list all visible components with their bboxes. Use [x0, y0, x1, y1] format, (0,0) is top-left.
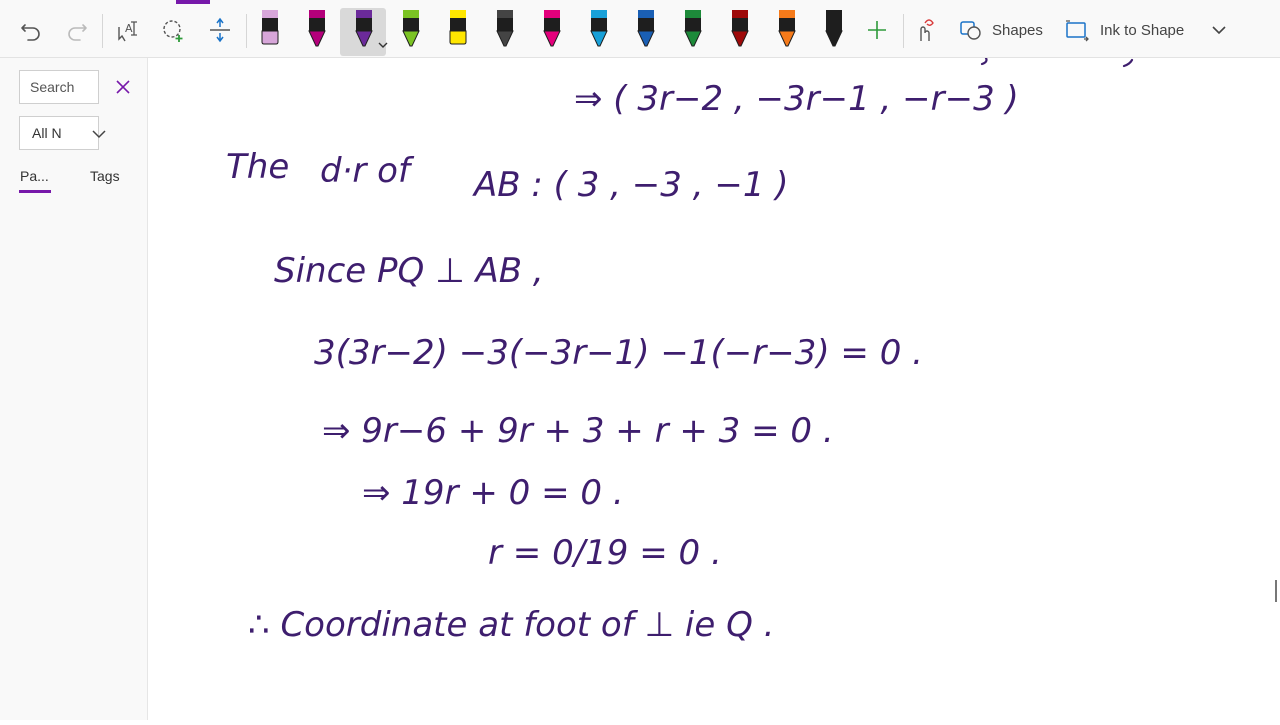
highlighter-icon — [261, 10, 279, 45]
note-line-1: ⇒ ( 3r−2 , −3r−1 , −r−3 ) — [574, 79, 1019, 119]
pen-icon — [308, 10, 326, 47]
toolbar-divider — [246, 14, 247, 48]
pen-pink-button[interactable] — [540, 10, 564, 50]
pen-purple-selected-button[interactable] — [352, 10, 388, 50]
note-line-2-prefix: The — [226, 147, 289, 187]
pen-lilac-highlighter-button[interactable] — [258, 10, 282, 50]
pen-icon — [684, 10, 702, 47]
ink-to-shape-label: Ink to Shape — [1100, 21, 1185, 39]
pen-dark-red-button[interactable] — [728, 10, 752, 50]
shapes-label: Shapes — [992, 21, 1043, 39]
pen-magenta-button[interactable] — [305, 10, 329, 50]
pen-black-button[interactable] — [822, 10, 846, 50]
tab-tags[interactable]: Tags — [90, 168, 120, 184]
type-select-icon: A — [118, 21, 137, 42]
ink-to-shape-button[interactable]: Ink to Shape — [1064, 10, 1194, 50]
note-line-3: Since PQ ⊥ AB , — [274, 251, 544, 291]
pen-icon — [825, 10, 843, 47]
note-line-5: ⇒ 9r−6 + 9r + 3 + r + 3 = 0 . — [322, 411, 834, 451]
shapes-icon — [960, 21, 981, 40]
note-line-8: ∴ Coordinate at foot of ⊥ ie Q . — [248, 605, 774, 645]
highlighter-icon — [449, 10, 467, 45]
ink-layer: ⇒ ( 3r−2 , −3r−1 , −r−3 ) The d·r of AB … — [226, 56, 1134, 645]
active-tool-indicator — [176, 0, 210, 4]
pen-yellow-highlighter-button[interactable] — [446, 10, 470, 50]
note-line-2: The d·r of AB : ( 3 , −3 , −1 ) — [226, 147, 789, 205]
ink-replay-button[interactable] — [910, 10, 940, 50]
pen-icon — [496, 10, 514, 47]
close-icon — [116, 80, 130, 94]
search-input[interactable]: Search — [19, 70, 99, 104]
scrollbar-thumb[interactable] — [1275, 580, 1277, 602]
svg-text:A: A — [125, 22, 133, 35]
pen-orange-button[interactable] — [775, 10, 799, 50]
navigation-pane: Search All N Pa... Tags — [0, 58, 148, 720]
pen-icon — [402, 10, 420, 47]
pen-icon — [637, 10, 655, 47]
pen-dark-green-button[interactable] — [681, 10, 705, 50]
chevron-down-icon — [92, 130, 106, 139]
search-scope-dropdown[interactable]: All N — [19, 116, 106, 150]
chevron-down-icon — [378, 42, 388, 48]
draw-toolbar: A Shapes Ink to Shape — [0, 0, 1280, 58]
add-pen-icon — [868, 21, 886, 39]
redo-icon — [68, 24, 87, 41]
close-search-button[interactable] — [114, 78, 132, 96]
note-line-6: ⇒ 19r + 0 = 0 . — [362, 473, 624, 513]
page-canvas[interactable]: ⇒ ( 3r−2 , −3r−1 , −r−3 ) The d·r of AB … — [148, 56, 1268, 720]
pen-light-blue-button[interactable] — [587, 10, 611, 50]
pen-icon — [355, 10, 373, 47]
ink-stroke-fragment — [980, 56, 1134, 68]
pen-dark-blue-button[interactable] — [634, 10, 658, 50]
toolbar-divider — [102, 14, 103, 48]
toolbar-overflow-button[interactable] — [1206, 10, 1232, 50]
toolbar-divider — [903, 14, 904, 48]
note-line-2-mid: d·r of — [320, 151, 415, 191]
add-pen-button[interactable] — [862, 10, 892, 50]
note-line-2-ab: AB : ( 3 , −3 , −1 ) — [472, 165, 789, 205]
tab-pages[interactable]: Pa... — [20, 168, 49, 184]
add-space-icon — [210, 17, 230, 43]
ink-replay-icon — [920, 19, 934, 41]
pen-icon — [590, 10, 608, 47]
pen-green-button[interactable] — [399, 10, 423, 50]
lasso-select-button[interactable] — [156, 10, 190, 50]
note-line-4: 3(3r−2) −3(−3r−1) −1(−r−3) = 0 . — [314, 333, 923, 373]
undo-icon — [21, 24, 40, 41]
pen-icon — [543, 10, 561, 47]
ink-to-shape-icon — [1066, 20, 1089, 42]
add-space-button[interactable] — [203, 10, 237, 50]
undo-button[interactable] — [14, 10, 48, 50]
pen-icon — [731, 10, 749, 47]
shapes-button[interactable]: Shapes — [958, 10, 1048, 50]
search-scope-value: All N — [32, 125, 62, 141]
type-select-button[interactable]: A — [110, 10, 144, 50]
chevron-down-icon — [1212, 26, 1226, 35]
redo-button[interactable] — [60, 10, 94, 50]
pen-icon — [778, 10, 796, 47]
pen-galaxy-button[interactable] — [493, 10, 517, 50]
note-line-7: r = 0/19 = 0 . — [488, 533, 722, 573]
active-tab-indicator — [19, 190, 51, 193]
lasso-select-icon — [163, 20, 183, 42]
